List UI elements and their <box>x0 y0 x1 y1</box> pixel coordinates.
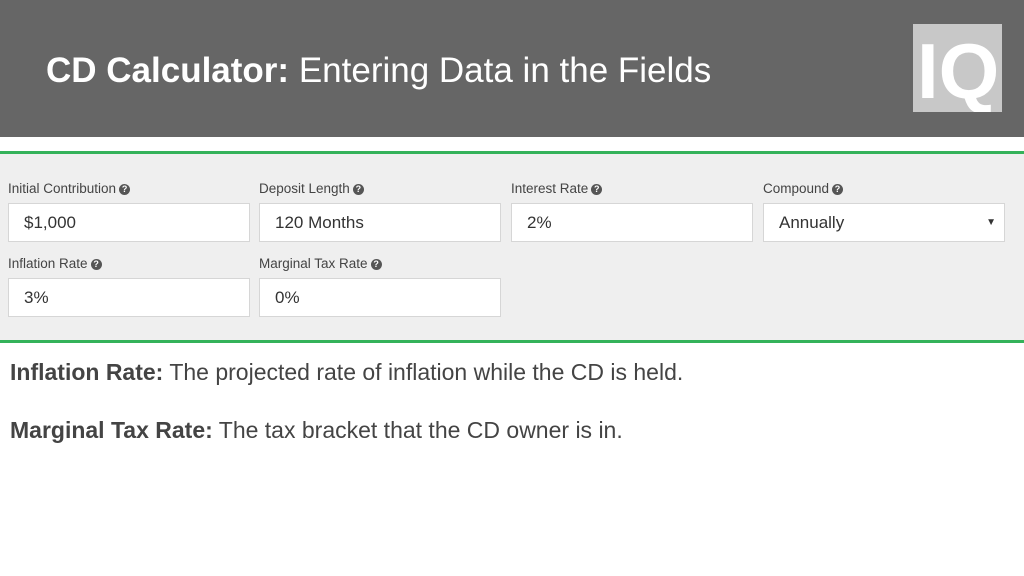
interest-rate-input[interactable]: 2% <box>511 203 753 242</box>
description-text: The projected rate of inflation while th… <box>163 359 684 385</box>
field-label: Initial Contribution <box>8 181 117 196</box>
field-inflation-rate: Inflation Rate ? 3% <box>8 255 250 317</box>
deposit-length-input[interactable]: 120 Months <box>259 203 501 242</box>
help-icon[interactable]: ? <box>352 183 364 195</box>
compound-select[interactable]: Annually ▼ <box>763 203 1005 242</box>
input-value: 3% <box>24 288 49 307</box>
description-term: Inflation Rate: <box>10 359 164 385</box>
help-icon[interactable]: ? <box>832 183 844 195</box>
field-interest-rate: Interest Rate ? 2% <box>511 180 753 242</box>
description-text: The tax bracket that the CD owner is in. <box>212 417 623 443</box>
input-value: 0% <box>275 288 300 307</box>
input-value: $1,000 <box>24 213 76 232</box>
description-term: Marginal Tax Rate: <box>10 417 213 443</box>
field-label: Inflation Rate <box>8 256 88 271</box>
title-rest: Entering Data in the Fields <box>289 51 712 90</box>
title-bold: CD Calculator: <box>46 51 290 90</box>
field-deposit-length: Deposit Length ? 120 Months <box>259 180 501 242</box>
input-value: 120 Months <box>275 213 364 232</box>
slide-header: CD Calculator: Entering Data in the Fiel… <box>0 0 1024 137</box>
help-icon[interactable]: ? <box>370 258 382 270</box>
slide-title: CD Calculator: Entering Data in the Fiel… <box>46 50 711 92</box>
help-icon[interactable]: ? <box>591 183 603 195</box>
chevron-down-icon: ▼ <box>986 217 996 228</box>
field-marginal-tax-rate: Marginal Tax Rate ? 0% <box>259 255 501 317</box>
field-label: Interest Rate <box>511 181 589 196</box>
iq-logo-icon: IQ <box>917 27 999 112</box>
field-compound: Compound ? Annually ▼ <box>763 180 1005 242</box>
select-value: Annually <box>779 213 845 232</box>
cd-calculator-form: Initial Contribution ? $1,000 Deposit Le… <box>0 151 1024 343</box>
iq-logo: IQ <box>913 24 1002 112</box>
help-icon[interactable]: ? <box>90 258 102 270</box>
field-initial-contribution: Initial Contribution ? $1,000 <box>8 180 250 242</box>
field-label: Marginal Tax Rate <box>259 256 368 271</box>
inflation-rate-input[interactable]: 3% <box>8 278 250 317</box>
help-icon[interactable]: ? <box>119 183 131 195</box>
initial-contribution-input[interactable]: $1,000 <box>8 203 250 242</box>
description-marginal-tax-rate: Marginal Tax Rate: The tax bracket that … <box>10 416 623 444</box>
field-label: Deposit Length <box>259 181 350 196</box>
marginal-tax-rate-input[interactable]: 0% <box>259 278 501 317</box>
input-value: 2% <box>527 213 552 232</box>
iq-logo-text: IQ <box>917 27 999 112</box>
field-label: Compound <box>763 181 830 196</box>
description-inflation-rate: Inflation Rate: The projected rate of in… <box>10 358 683 386</box>
